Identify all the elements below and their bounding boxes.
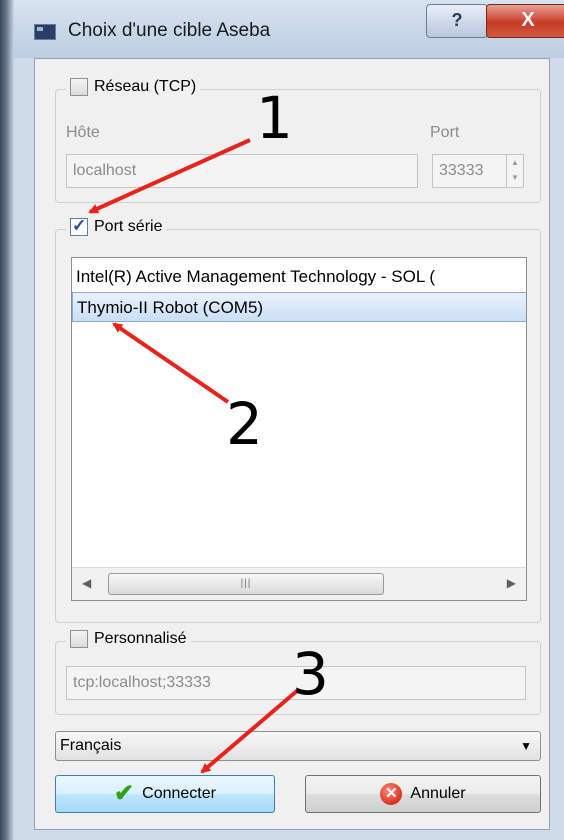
checkmark-icon: ✓ <box>72 216 87 235</box>
app-icon <box>34 24 56 40</box>
custom-checkbox-label[interactable]: Personnalisé <box>94 630 187 648</box>
network-checkbox[interactable] <box>70 78 88 96</box>
horizontal-scrollbar[interactable]: ◀ ||| ▶ <box>72 567 526 600</box>
language-value: Français <box>60 737 122 754</box>
serial-checkbox[interactable]: ✓ <box>70 216 88 236</box>
scroll-right-icon[interactable]: ▶ <box>507 576 516 590</box>
language-select[interactable]: Français ▼ <box>55 731 541 761</box>
serial-legend: ✓ Port série <box>66 216 167 236</box>
serial-port-list[interactable]: Intel(R) Active Management Technology - … <box>71 257 527 601</box>
custom-legend: Personnalisé <box>66 630 191 648</box>
annotation-number-3: 3 <box>292 640 329 708</box>
cancel-button[interactable]: ✕ Annuler <box>305 775 541 813</box>
serial-port-item-thymio[interactable]: Thymio-II Robot (COM5) <box>72 292 526 322</box>
connect-button-label: Connecter <box>142 785 216 802</box>
dialog-client-area: Réseau (TCP) Hôte Port localhost 33333 ▲… <box>34 58 550 830</box>
port-value: 33333 <box>439 162 484 179</box>
cancel-icon: ✕ <box>380 783 403 805</box>
custom-checkbox[interactable] <box>70 630 88 648</box>
annotation-number-1: 1 <box>256 84 293 152</box>
serial-port-item-intel[interactable]: Intel(R) Active Management Technology - … <box>72 262 526 292</box>
dialog-window: Choix d'une cible Aseba ? X Réseau (TCP)… <box>0 0 564 840</box>
serial-checkbox-label[interactable]: Port série <box>94 218 162 236</box>
scroll-thumb[interactable]: ||| <box>108 573 384 595</box>
port-label: Port <box>430 124 460 141</box>
window-left-edge <box>0 0 14 840</box>
help-button[interactable]: ? <box>426 4 488 38</box>
check-icon: ✔ <box>114 780 135 807</box>
host-label: Hôte <box>66 124 100 141</box>
host-input[interactable]: localhost <box>66 154 418 188</box>
network-checkbox-label[interactable]: Réseau (TCP) <box>94 78 196 96</box>
port-spin-arrows[interactable]: ▲ ▼ <box>506 155 523 187</box>
scroll-left-icon[interactable]: ◀ <box>82 576 91 590</box>
chevron-down-icon[interactable]: ▼ <box>520 732 532 760</box>
port-spinbox[interactable]: 33333 ▲ ▼ <box>432 154 524 188</box>
cancel-button-label: Annuler <box>410 785 466 802</box>
window-title: Choix d'une cible Aseba <box>68 20 271 41</box>
close-button[interactable]: X <box>486 4 564 38</box>
annotation-number-2: 2 <box>226 390 263 458</box>
title-bar: Choix d'une cible Aseba ? X <box>14 0 564 58</box>
connect-button[interactable]: ✔ Connecter <box>55 775 275 813</box>
network-legend: Réseau (TCP) <box>66 78 201 96</box>
network-group: Réseau (TCP) Hôte Port localhost 33333 ▲… <box>55 78 541 203</box>
